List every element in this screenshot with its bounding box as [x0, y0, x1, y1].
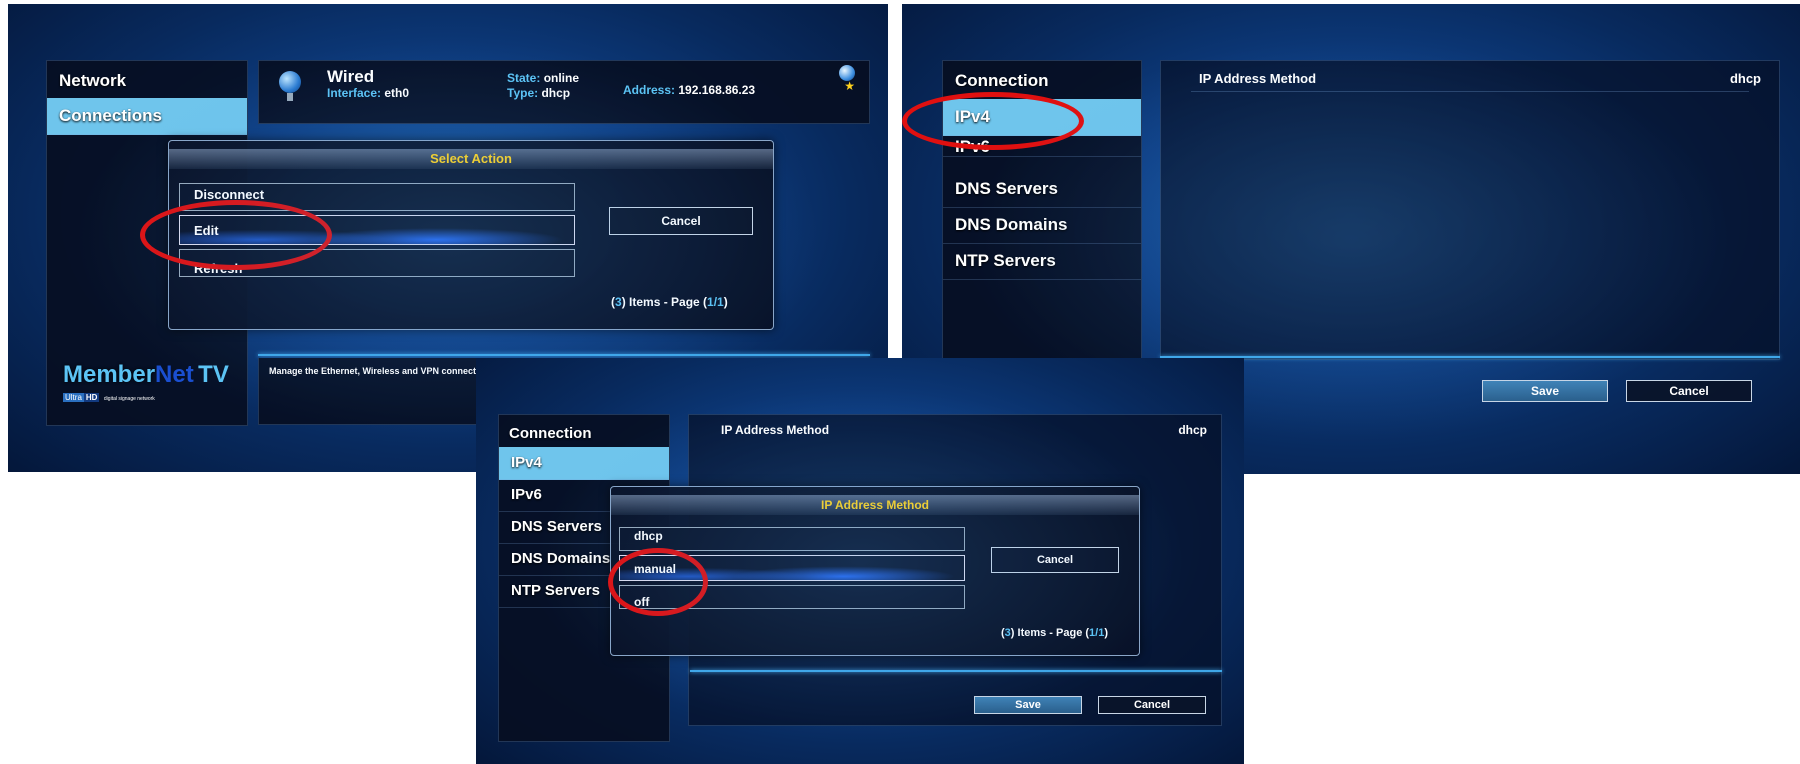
state-label: State: [507, 71, 541, 85]
sidebar-item-dns-servers[interactable]: DNS Servers [943, 171, 1141, 208]
footer-close: ) [1104, 627, 1109, 639]
sidebar-title: Network [59, 71, 127, 90]
type-value: dhcp [541, 86, 571, 100]
logo-tv: TV [198, 361, 229, 388]
stand-icon [287, 93, 293, 101]
dialog-title: IP Address Method [611, 495, 1139, 515]
option-refresh[interactable]: Refresh [179, 249, 575, 277]
footer-mid: ) Items - Page ( [1010, 627, 1090, 639]
connection-name: Wired [327, 67, 375, 86]
cancel-button[interactable]: Cancel [609, 207, 753, 235]
save-button[interactable]: Save [1482, 380, 1608, 402]
logo-hd: HD [83, 393, 100, 402]
sidebar: Connection IPv4 IPv6 DNS Servers DNS Dom… [942, 60, 1142, 372]
type-label: Type: [507, 86, 539, 100]
ip-method-label: IP Address Method [721, 423, 830, 437]
screenshot-ip-address-method: Connection IPv4 IPv6 DNS Servers DNS Dom… [476, 358, 1244, 764]
ip-address-method-dialog: IP Address Method dhcp manual off Cancel… [610, 486, 1140, 656]
interface-line: Interface: eth0 [327, 86, 409, 100]
sidebar-item-ntp-servers[interactable]: NTP Servers [943, 243, 1141, 280]
logo-net: Net [155, 361, 194, 388]
settings-panel: IP Address Method dhcp [1160, 60, 1780, 360]
option-dhcp[interactable]: dhcp [619, 527, 965, 551]
interface-value: eth0 [384, 86, 410, 100]
ip-method-value[interactable]: dhcp [1730, 71, 1761, 86]
footer-close: ) [723, 295, 728, 309]
sidebar-item-ipv4[interactable]: IPv4 [943, 99, 1141, 136]
address-label: Address: [623, 83, 676, 97]
save-button[interactable]: Save [974, 696, 1082, 714]
star-icon: ★ [844, 79, 855, 93]
sidebar-title: Connection [955, 71, 1049, 87]
status-text: Manage the Ethernet, Wireless and VPN co… [269, 366, 495, 376]
type-line: Type: dhcp [507, 86, 570, 100]
logo-ultra: Ultra [63, 393, 84, 402]
footer-page: 1/1 [707, 295, 724, 309]
separator-line [690, 670, 1222, 672]
sidebar-item-ipv4[interactable]: IPv4 [499, 447, 669, 480]
ip-method-label: IP Address Method [1199, 71, 1317, 86]
separator-line [258, 354, 870, 356]
state-value: online [543, 71, 580, 85]
sidebar-item-ipv6[interactable]: IPv6 [943, 137, 1141, 157]
address-line: Address: 192.168.86.23 [623, 83, 755, 97]
state-line: State: online [507, 71, 579, 85]
ip-method-value[interactable]: dhcp [1178, 423, 1207, 437]
logo-tagline: digital signage network [103, 396, 155, 402]
cancel-button[interactable]: Cancel [991, 547, 1119, 573]
cancel-button[interactable]: Cancel [1098, 696, 1206, 714]
footer-count: 3 [615, 295, 622, 309]
network-globe-icon [279, 71, 301, 93]
membernet-logo: MemberNet TV Ultra HD digital signage net… [63, 361, 243, 411]
option-edit[interactable]: Edit [179, 215, 575, 245]
connection-header: Wired Interface: eth0 State: online Type… [258, 60, 870, 124]
sidebar-title: Connection [509, 425, 592, 442]
logo-member: Member [63, 361, 156, 388]
option-off[interactable]: off [619, 585, 965, 609]
select-action-dialog: Select Action Disconnect Edit Refresh Ca… [168, 140, 774, 330]
separator-line [1160, 356, 1780, 358]
footer-page: 1/1 [1089, 627, 1105, 639]
items-page-footer: (3) Items - Page (1/1) [1001, 627, 1108, 639]
interface-label: Interface: [327, 86, 382, 100]
row-divider [1191, 91, 1749, 92]
option-disconnect[interactable]: Disconnect [179, 183, 575, 211]
option-manual[interactable]: manual [619, 555, 965, 581]
address-value: 192.168.86.23 [678, 83, 756, 97]
sidebar-item-dns-domains[interactable]: DNS Domains [943, 207, 1141, 244]
items-page-footer: (3) Items - Page (1/1) [611, 295, 728, 309]
footer-mid: ) Items - Page ( [621, 295, 708, 309]
sidebar-item-connections[interactable]: Connections [47, 98, 247, 135]
dialog-title: Select Action [169, 149, 773, 169]
cancel-button[interactable]: Cancel [1626, 380, 1752, 402]
